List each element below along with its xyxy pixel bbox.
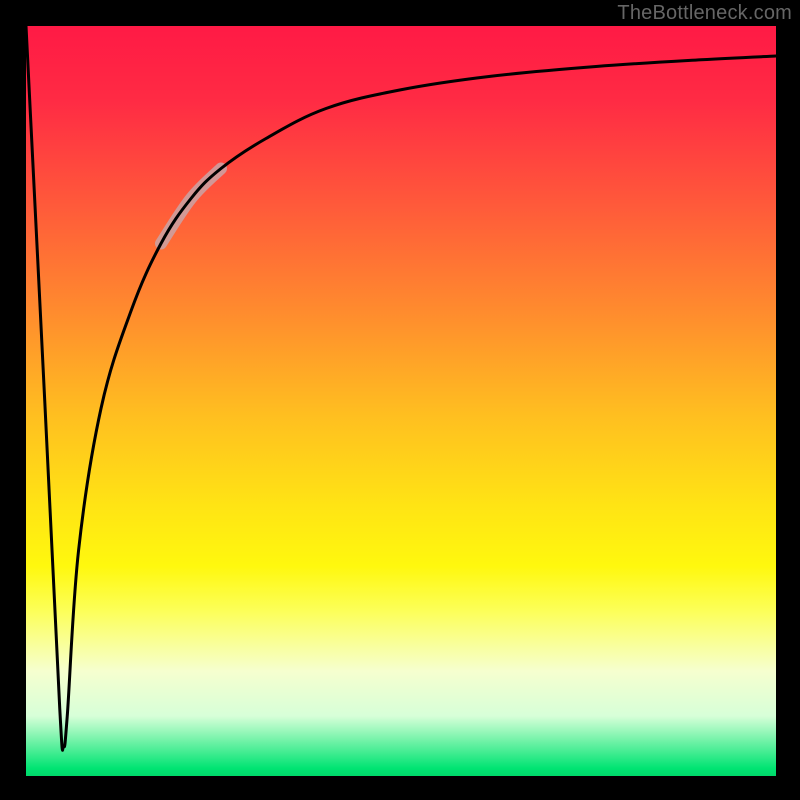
chart-frame: TheBottleneck.com xyxy=(0,0,800,800)
curve-layer xyxy=(26,26,776,776)
curve-highlight-segment xyxy=(161,169,221,244)
watermark-text: TheBottleneck.com xyxy=(617,2,792,25)
plot-area xyxy=(26,26,776,776)
bottleneck-curve xyxy=(26,26,776,750)
